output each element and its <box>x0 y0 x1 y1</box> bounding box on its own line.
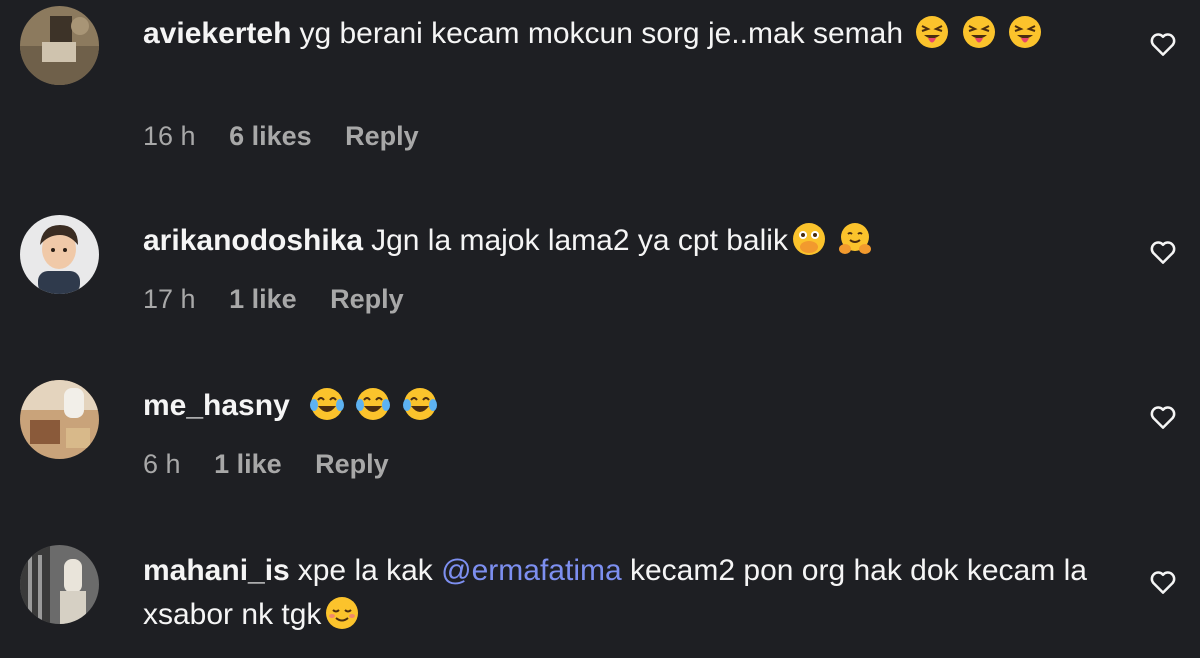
comment-message-before: xpe la kak <box>297 554 433 587</box>
heart-outline-icon[interactable] <box>1148 402 1178 432</box>
comment-username[interactable]: mahani_is <box>143 554 290 587</box>
comment-username[interactable]: arikanodoshika <box>143 224 363 257</box>
heart-outline-icon[interactable] <box>1148 237 1178 267</box>
avatar[interactable] <box>20 545 99 624</box>
comment-username[interactable]: me_hasny <box>143 389 290 422</box>
comment-time[interactable]: 6 h <box>143 449 181 479</box>
reply-button[interactable]: Reply <box>345 121 419 151</box>
avatar[interactable] <box>20 380 99 459</box>
comments-list: aviekerteh yg berani kecam mokcun sorg je… <box>0 0 1200 658</box>
reply-button[interactable]: Reply <box>315 449 389 479</box>
comment-text: mahani_is xpe la kak @ermafatima kecam2 p… <box>143 549 1123 637</box>
avatar[interactable] <box>20 6 99 85</box>
comment-likes[interactable]: 1 like <box>229 284 297 314</box>
face-with-tears-of-joy-icon <box>356 387 391 421</box>
squinting-face-with-tongue-icon <box>1008 15 1042 49</box>
comment-text: aviekerteh yg berani kecam mokcun sorg je… <box>143 12 1123 56</box>
comment-time[interactable]: 16 h <box>143 121 196 151</box>
squinting-face-with-tongue-icon <box>915 15 949 49</box>
heart-outline-icon[interactable] <box>1148 567 1178 597</box>
face-with-open-eyes-and-hand-over-mouth-icon <box>792 222 826 256</box>
comment-time[interactable]: 17 h <box>143 284 196 314</box>
face-with-tears-of-joy-icon <box>310 387 345 421</box>
comment-meta: 16 h 6 likes Reply <box>143 121 445 152</box>
comment-likes[interactable]: 6 likes <box>229 121 312 151</box>
hugging-face-icon <box>838 222 872 256</box>
relieved-face-icon <box>325 596 359 630</box>
comment-likes[interactable]: 1 like <box>214 449 282 479</box>
comment-username[interactable]: aviekerteh <box>143 17 291 50</box>
face-with-tears-of-joy-icon <box>402 387 437 421</box>
heart-outline-icon[interactable] <box>1148 29 1178 59</box>
comment-text: arikanodoshika Jgn la majok lama2 ya cpt … <box>143 219 1123 263</box>
comment-meta: 17 h 1 like Reply <box>143 284 430 315</box>
comment-meta: 6 h 1 like Reply <box>143 449 415 480</box>
comment-message: yg berani kecam mokcun sorg je..mak sema… <box>299 17 904 50</box>
avatar[interactable] <box>20 215 99 294</box>
comment-message: Jgn la majok lama2 ya cpt balik <box>371 224 788 257</box>
mention-link[interactable]: @ermafatima <box>441 554 622 587</box>
comment-text: me_hasny <box>143 384 1123 428</box>
reply-button[interactable]: Reply <box>330 284 404 314</box>
squinting-face-with-tongue-icon <box>962 15 996 49</box>
